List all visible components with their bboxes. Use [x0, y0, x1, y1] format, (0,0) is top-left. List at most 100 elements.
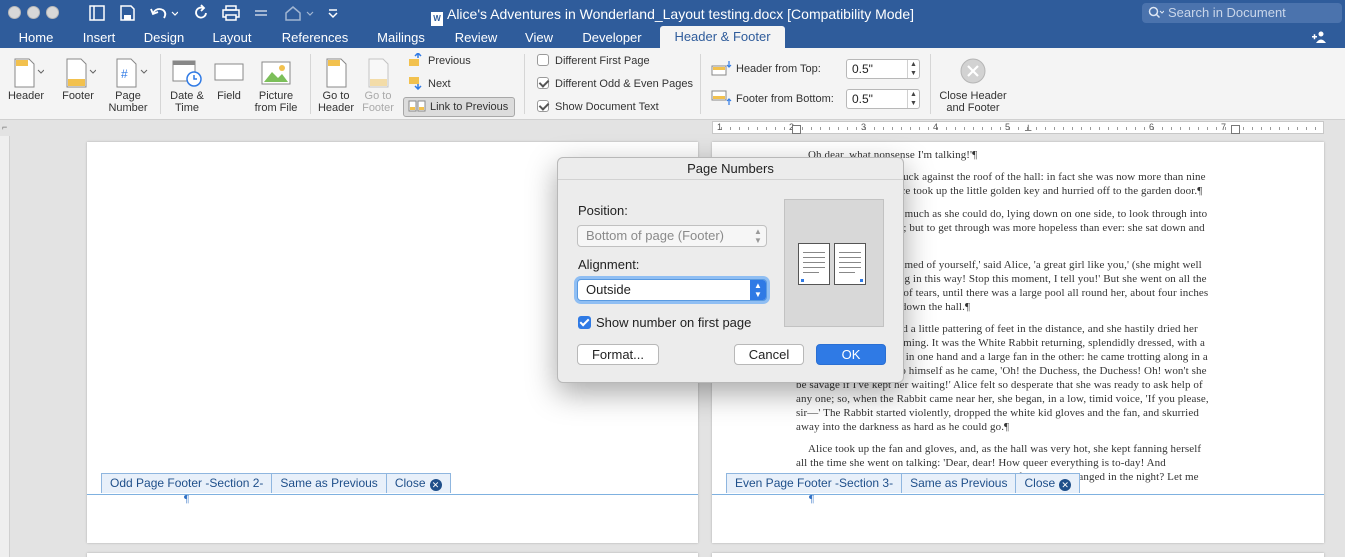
tab-header-footer[interactable]: Header & Footer [660, 26, 785, 48]
link-to-previous-label: Link to Previous [430, 101, 509, 113]
ruler-tick [811, 127, 812, 130]
picture-label-2: from File [254, 102, 298, 114]
show-number-first-page-checkbox[interactable]: Show number on first page [578, 315, 751, 330]
redo-icon[interactable] [192, 4, 212, 24]
search-input[interactable]: Search in Document [1142, 3, 1342, 23]
ruler-tick [1162, 127, 1163, 130]
next-page-left [87, 553, 698, 557]
different-odd-even-check [537, 77, 549, 89]
next-button[interactable]: Next [408, 75, 451, 93]
ruler-tick [1090, 127, 1091, 130]
date-time-button[interactable]: Date & Time [164, 58, 210, 114]
ruler-tick [739, 127, 740, 130]
go-to-footer-button[interactable]: Go to Footer [358, 58, 398, 114]
ribbon-divider [310, 54, 311, 114]
odd-footer-close-button[interactable]: Close ✕ [387, 474, 450, 493]
ruler-tick [1189, 127, 1190, 130]
ruler-tick [1108, 127, 1109, 130]
stepper-arrows-icon[interactable]: ▲ ▼ [907, 90, 919, 108]
cancel-button[interactable]: Cancel [734, 344, 804, 365]
even-same-as-previous[interactable]: Same as Previous [902, 474, 1017, 493]
tab-home[interactable]: Home [8, 28, 64, 48]
ruler-tick [919, 127, 920, 130]
sidebar-toggle-icon[interactable] [88, 4, 108, 24]
minimize-window-button[interactable] [27, 6, 40, 19]
more-commands-icon[interactable] [326, 4, 342, 24]
different-first-page-checkbox[interactable]: Different First Page [537, 52, 650, 70]
odd-footer-label: Odd Page Footer -Section 2- [102, 474, 273, 493]
show-document-text-checkbox[interactable]: Show Document Text [537, 98, 659, 116]
ruler-tick [1261, 127, 1262, 130]
ruler-area: ⌐ 1 5 2 3 4 6 7 ┴ [0, 120, 1345, 136]
ruler-tick [1045, 127, 1046, 130]
odd-same-as-previous[interactable]: Same as Previous [272, 474, 387, 493]
print-icon[interactable] [221, 4, 243, 24]
tab-layout[interactable]: Layout [204, 28, 260, 48]
calendar-clock-icon [171, 58, 203, 87]
footer-from-bottom-stepper[interactable]: 0.5" ▲ ▼ [846, 89, 920, 109]
even-footer-close-button[interactable]: Close ✕ [1016, 474, 1079, 493]
tab-insert[interactable]: Insert [72, 28, 126, 48]
different-odd-even-label: Different Odd & Even Pages [555, 78, 693, 90]
go-to-footer-label-1: Go to [364, 90, 392, 102]
footer-from-bottom-text: Footer from Bottom: [736, 93, 834, 105]
format-button[interactable]: Format... [577, 344, 659, 365]
ruler-tick [1297, 127, 1298, 130]
word-doc-icon: W [430, 12, 443, 26]
go-to-header-label-2: Header [317, 102, 355, 114]
close-circle-icon: ✕ [1059, 479, 1072, 491]
tab-review[interactable]: Review [446, 28, 506, 48]
go-to-header-button[interactable]: Go to Header [316, 58, 356, 114]
header-from-top-stepper[interactable]: 0.5" ▲ ▼ [846, 59, 920, 79]
tab-references[interactable]: References [272, 28, 358, 48]
close-header-footer-button[interactable]: Close Header and Footer [934, 58, 1012, 114]
ruler-tick [973, 127, 974, 130]
header-button[interactable]: Header [4, 58, 48, 102]
stepper-arrows-icon[interactable]: ▲ ▼ [907, 60, 919, 78]
tab-mailings[interactable]: Mailings [368, 28, 434, 48]
alignment-select[interactable]: Outside ▲ ▼ [577, 279, 767, 301]
ruler-tick [802, 127, 803, 130]
horizontal-ruler[interactable]: 1 5 2 3 4 6 7 ┴ [712, 121, 1324, 135]
header-position-icon [710, 61, 736, 76]
tab-stop-icon[interactable]: ┴ [1025, 125, 1031, 135]
link-to-previous-toggle[interactable]: Link to Previous [403, 97, 515, 117]
ribbon-divider [930, 54, 931, 114]
tab-design[interactable]: Design [136, 28, 192, 48]
save-icon[interactable] [118, 4, 138, 24]
page-number-button[interactable]: # Page Number [104, 58, 152, 114]
ruler-tick [1198, 127, 1199, 130]
footer-button[interactable]: Footer [56, 58, 100, 102]
text-line: away into the darkness as hard as he cou… [796, 421, 1010, 433]
ruler-tick [1243, 127, 1244, 130]
indent-marker-icon[interactable] [792, 125, 801, 134]
different-odd-even-checkbox[interactable]: Different Odd & Even Pages [537, 75, 693, 93]
position-value: Bottom of page (Footer) [586, 228, 725, 243]
undo-icon[interactable] [148, 4, 178, 24]
tab-view[interactable]: View [516, 28, 562, 48]
ruler-number: 7 [1221, 122, 1227, 132]
position-select[interactable]: Bottom of page (Footer) ▲ ▼ [577, 225, 767, 247]
ruler-tick [1144, 127, 1145, 130]
picture-from-file-button[interactable]: Picture from File [252, 58, 300, 114]
field-button[interactable]: Field [212, 58, 246, 102]
select-arrows-icon: ▲ ▼ [750, 280, 766, 300]
ruler-tick [1279, 127, 1280, 130]
customize-icon[interactable] [283, 4, 317, 24]
previous-button[interactable]: Previous [408, 51, 471, 70]
header-icon [8, 58, 45, 88]
ruler-tab-selector[interactable]: ⌐ [2, 122, 7, 132]
ok-button[interactable]: OK [816, 344, 886, 365]
tab-developer[interactable]: Developer [572, 28, 652, 48]
svg-text:#: # [121, 67, 128, 81]
right-indent-marker-icon[interactable] [1231, 125, 1240, 134]
ruler-tick [856, 127, 857, 130]
close-circle-icon [960, 58, 986, 86]
format-icon[interactable] [252, 4, 272, 24]
next-label: Next [428, 78, 451, 90]
close-window-button[interactable] [8, 6, 21, 19]
odd-page-footer-tag: Odd Page Footer -Section 2- Same as Previ… [101, 473, 451, 493]
zoom-window-button[interactable] [46, 6, 59, 19]
ruler-tick [757, 127, 758, 130]
search-placeholder: Search in Document [1168, 5, 1286, 20]
